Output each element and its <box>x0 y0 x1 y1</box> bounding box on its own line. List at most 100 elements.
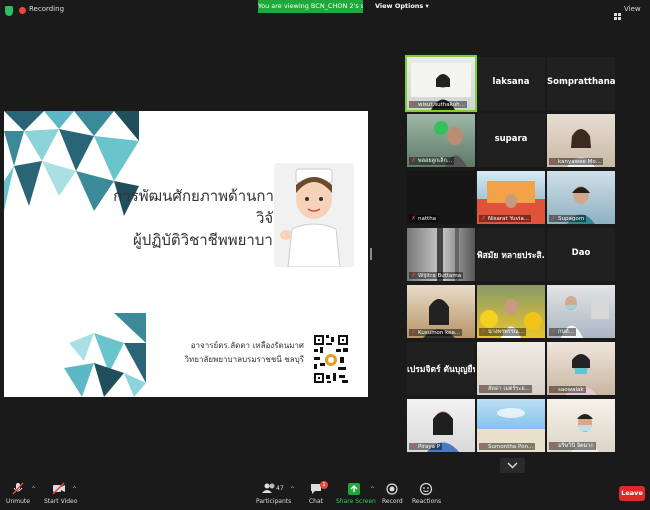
share-options-caret[interactable]: ^ <box>370 486 375 493</box>
participants-label: Participants <box>256 498 292 505</box>
participant-tile[interactable]: ✗ Nisarat Yuvia... <box>477 171 545 224</box>
muted-mic-icon: ✗ <box>551 386 557 393</box>
view-button[interactable]: View <box>624 5 641 13</box>
qr-code <box>312 333 350 385</box>
participant-tile[interactable]: Sompratthana S... <box>547 57 615 110</box>
muted-mic-icon: ✗ <box>551 442 557 449</box>
muted-mic-icon: ✗ <box>411 101 417 108</box>
participant-display-name: laksana <box>492 77 530 87</box>
participant-tile[interactable]: ✗ Piraya P <box>407 399 475 452</box>
participant-name: ✗ kanyawee Mo... <box>549 158 603 165</box>
muted-mic-icon: ✗ <box>411 329 417 336</box>
participant-tile[interactable]: ✗ Sumontha Pon... <box>477 399 545 452</box>
nurse-illustration <box>274 163 354 268</box>
participant-tile[interactable]: supara <box>477 114 545 167</box>
participant-name: ✗ Wijitra Buttama <box>409 272 464 279</box>
start-video-button[interactable]: Start Video <box>44 482 78 505</box>
muted-mic-icon: ✗ <box>481 385 487 392</box>
participant-name: ✗ พลอยลูกเล็ก... <box>409 157 455 165</box>
participant-tile[interactable]: ✗ saowalak <box>547 342 615 395</box>
participant-tile[interactable]: เปรมจิตร์ ตันบุญยืน <box>407 342 475 395</box>
participant-tile[interactable]: ✗ นางพรพรรณ... <box>477 285 545 338</box>
participant-tile[interactable]: ✗ Kusumon kea... <box>407 285 475 338</box>
participant-name: ✗ Nisarat Yuvia... <box>479 215 532 222</box>
participant-name: ✗ saowalak <box>549 386 586 393</box>
svg-text:47: 47 <box>276 485 284 492</box>
participant-name: ✗ นางพรพรรณ... <box>479 328 527 336</box>
muted-mic-icon: ✗ <box>481 443 487 450</box>
muted-mic-icon: ✗ <box>411 157 417 164</box>
shield-icon[interactable] <box>5 6 13 16</box>
participant-tile[interactable]: พิสมัย หลายประสิ... <box>477 228 545 281</box>
participant-name: ✗ Sumontha Pon... <box>479 443 536 450</box>
participants-button[interactable]: 47 Participants <box>256 482 292 505</box>
participants-options-caret[interactable]: ^ <box>290 486 295 493</box>
grid-view-icon[interactable] <box>614 6 622 25</box>
participant-display-name: Dao <box>571 248 591 258</box>
author-name: อาจารย์ดร.ลัดดา เหลืองรัตนมาศ <box>190 341 304 350</box>
viewing-banner: You are viewing BCN_CHON 2's screen <box>258 0 363 13</box>
smiley-icon <box>419 482 433 496</box>
slide-title: การพัฒนศักยภาพด้านการวิจัย ผู้ปฏิบัติวิช… <box>108 185 282 251</box>
muted-mic-icon: ✗ <box>411 215 417 222</box>
share-screen-button[interactable]: Share Screen <box>336 482 376 505</box>
participant-tile[interactable]: ✗ Supagorn <box>547 171 615 224</box>
participant-name: ✗ Piraya P <box>409 443 443 450</box>
record-icon <box>386 483 398 495</box>
participant-name: ✗ ลัดดา เมตร์ระย... <box>479 385 532 393</box>
participant-name: ✗ กนต์... <box>549 328 576 336</box>
share-screen-label: Share Screen <box>336 498 376 505</box>
splitter-handle[interactable] <box>370 248 372 260</box>
slide-author: อาจารย์ดร.ลัดดา เหลืองรัตนมาศ วิทยาลัยพย… <box>154 339 304 367</box>
view-options-button[interactable]: View Options ▾ <box>375 2 429 10</box>
chevron-down-icon <box>507 462 518 469</box>
record-label: Record <box>382 498 403 505</box>
participant-tile[interactable]: ✗ nattha <box>407 171 475 224</box>
shared-screen-slide: การพัฒนศักยภาพด้านการวิจัย ผู้ปฏิบัติวิช… <box>4 111 368 397</box>
muted-mic-icon: ✗ <box>411 443 417 450</box>
unmute-button[interactable]: Unmute <box>5 482 31 505</box>
participant-display-name: supara <box>494 134 528 144</box>
participants-icon: 47 <box>262 483 284 493</box>
chat-label: Chat <box>308 498 324 505</box>
participant-tile[interactable]: ✗ wisut.suthakuh... <box>405 55 477 112</box>
muted-mic-icon: ✗ <box>411 272 417 279</box>
record-button[interactable]: Record <box>382 482 403 505</box>
participant-display-name: พิสมัย หลายประสิ... <box>477 251 545 261</box>
slide-decoration-bottom <box>64 313 146 397</box>
recording-label: Recording <box>29 5 65 13</box>
participant-display-name: Sompratthana S... <box>547 77 615 87</box>
participant-tile[interactable]: ✗ kanyawee Mo... <box>547 114 615 167</box>
participant-name: ✗ มริษวินี จิตมาก <box>549 442 596 450</box>
participant-tile[interactable]: ✗ พลอยลูกเล็ก... <box>407 114 475 167</box>
reactions-label: Reactions <box>412 498 442 505</box>
participant-tile[interactable]: ✗ มริษวินี จิตมาก <box>547 399 615 452</box>
reactions-button[interactable]: Reactions <box>412 482 442 505</box>
participant-tile[interactable]: Dao <box>547 228 615 281</box>
participant-tile[interactable]: ✗ Wijitra Buttama <box>407 228 475 281</box>
participant-tile[interactable]: ✗ ลัดดา เมตร์ระย... <box>477 342 545 395</box>
participant-tile[interactable]: ✗ กนต์... <box>547 285 615 338</box>
muted-mic-icon <box>12 482 24 495</box>
muted-mic-icon: ✗ <box>551 215 557 222</box>
unmute-label: Unmute <box>6 498 30 505</box>
muted-mic-icon: ✗ <box>481 215 487 222</box>
more-participants-button[interactable] <box>500 458 525 473</box>
participant-name: ✗ Supagorn <box>549 215 587 222</box>
recording-icon <box>19 7 26 14</box>
slide-title-line-2: ผู้ปฏิบัติวิชาชีพพยาบาล <box>133 231 282 249</box>
participant-name: ✗ wisut.suthakuh... <box>409 101 467 108</box>
participant-display-name: เปรมจิตร์ ตันบุญยืน <box>407 365 475 375</box>
leave-button[interactable]: Leave <box>619 486 645 501</box>
start-video-label: Start Video <box>44 498 78 505</box>
author-institution: วิทยาลัยพยาบาลบรมราชชนี ชลบุรี <box>184 355 304 364</box>
muted-mic-icon: ✗ <box>481 328 487 335</box>
audio-options-caret[interactable]: ^ <box>31 486 36 493</box>
muted-mic-icon: ✗ <box>551 158 557 165</box>
participant-tile[interactable]: laksana <box>477 57 545 110</box>
video-options-caret[interactable]: ^ <box>72 486 77 493</box>
participant-name: ✗ nattha <box>409 215 439 222</box>
participant-name: ✗ Kusumon kea... <box>409 329 463 336</box>
muted-mic-icon: ✗ <box>551 328 557 335</box>
video-off-icon <box>52 482 65 495</box>
